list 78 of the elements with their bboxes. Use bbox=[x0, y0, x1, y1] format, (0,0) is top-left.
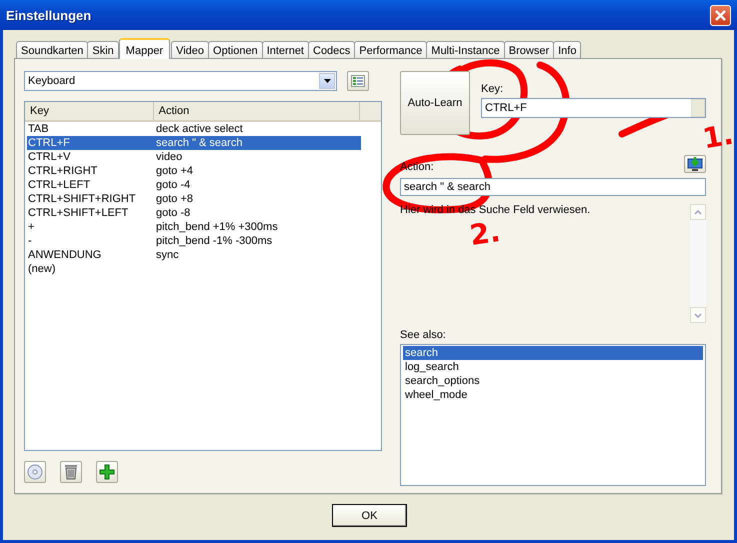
list-item[interactable]: wheel_mode bbox=[403, 388, 703, 402]
list-item[interactable]: log_search bbox=[403, 360, 703, 374]
table-row[interactable]: TAB deck active select bbox=[27, 122, 361, 136]
tab[interactable]: Soundkarten bbox=[16, 41, 88, 58]
tab[interactable]: Optionen bbox=[208, 41, 263, 58]
table-row[interactable]: CTRL+LEFT goto -4 bbox=[27, 178, 361, 192]
list-icon bbox=[351, 75, 365, 87]
table-cell-text: CTRL+SHIFT+LEFT bbox=[27, 206, 130, 220]
field-label: Key: bbox=[481, 83, 504, 95]
plus-icon bbox=[99, 464, 115, 480]
disc-button[interactable] bbox=[24, 461, 46, 483]
list-item[interactable]: search bbox=[403, 346, 703, 360]
auto-learn-button[interactable]: Auto-Learn bbox=[400, 71, 470, 135]
field-value: CTRL+F bbox=[485, 102, 527, 114]
download-monitor-icon bbox=[687, 156, 703, 172]
column-header[interactable]: Action bbox=[154, 102, 360, 120]
table-row[interactable]: (new) bbox=[27, 262, 361, 276]
table-cell-text: + bbox=[27, 220, 36, 234]
tab[interactable]: Codecs bbox=[308, 41, 356, 58]
table-cell: pitch_bend -1% -300ms bbox=[156, 234, 272, 248]
table-row[interactable]: CTRL+SHIFT+RIGHT goto +8 bbox=[27, 192, 361, 206]
table-cell: video bbox=[156, 150, 182, 164]
column-header[interactable]: Key bbox=[25, 102, 154, 120]
key-field[interactable]: CTRL+F bbox=[481, 98, 706, 118]
table-cell: sync bbox=[156, 248, 179, 262]
table-cell: pitch_bend +1% +300ms bbox=[156, 220, 278, 234]
device-dropdown[interactable]: Keyboard bbox=[24, 71, 337, 91]
add-button[interactable] bbox=[96, 461, 118, 483]
handwritten-note: 2. bbox=[468, 218, 502, 250]
scroll-up-icon bbox=[694, 210, 702, 214]
table-cell-text: CTRL+F bbox=[27, 136, 71, 150]
close-icon bbox=[714, 8, 727, 22]
scroll-down-icon bbox=[694, 312, 702, 318]
disc-icon bbox=[27, 464, 43, 480]
table-cell-text: TAB bbox=[27, 122, 50, 136]
table-cell-text: CTRL+V bbox=[27, 150, 72, 164]
table-cell-text: CTRL+SHIFT+RIGHT bbox=[27, 192, 137, 206]
field-value: search " & search bbox=[404, 181, 490, 193]
field-label: See also: bbox=[400, 329, 447, 341]
table-cell: goto -8 bbox=[156, 206, 190, 220]
table-cell-text: (new) bbox=[27, 262, 57, 276]
tab[interactable]: Skin bbox=[87, 41, 119, 58]
dropdown-arrow-icon bbox=[324, 79, 330, 83]
table-row[interactable]: CTRL+F search " & search bbox=[27, 136, 361, 150]
table-cell-text: CTRL+RIGHT bbox=[27, 164, 98, 178]
dropdown-value: Keyboard bbox=[28, 75, 76, 87]
table-cell: deck active select bbox=[156, 122, 243, 136]
dropdown-button[interactable] bbox=[319, 73, 335, 89]
tab[interactable]: Multi-Instance bbox=[426, 41, 505, 58]
list-item[interactable]: search_options bbox=[403, 374, 703, 388]
window-title: Einstellungen bbox=[6, 8, 92, 22]
import-button[interactable] bbox=[684, 155, 706, 173]
tab[interactable]: Mapper bbox=[118, 38, 170, 59]
table-cell: goto +8 bbox=[156, 192, 194, 206]
table-cell: search " & search bbox=[156, 136, 242, 150]
list-view-button[interactable] bbox=[347, 71, 369, 91]
table-row[interactable]: + pitch_bend +1% +300ms bbox=[27, 220, 361, 234]
ok-button[interactable]: OK bbox=[332, 504, 407, 527]
tab[interactable]: Internet bbox=[262, 41, 309, 58]
tab[interactable]: Performance bbox=[354, 41, 428, 58]
tab[interactable]: Browser bbox=[504, 41, 554, 58]
table-row[interactable]: ANWENDUNG sync bbox=[27, 248, 361, 262]
table-cell: goto -4 bbox=[156, 178, 190, 192]
table-cell-text: - bbox=[27, 234, 33, 248]
table-row[interactable]: CTRL+SHIFT+LEFT goto -8 bbox=[27, 206, 361, 220]
delete-button[interactable] bbox=[60, 461, 82, 483]
table-cell: goto +4 bbox=[156, 164, 194, 178]
table-row[interactable]: CTRL+RIGHT goto +4 bbox=[27, 164, 361, 178]
table-cell-text: CTRL+LEFT bbox=[27, 178, 92, 192]
table-row[interactable]: CTRL+V video bbox=[27, 150, 361, 164]
trash-icon bbox=[64, 464, 78, 480]
action-field[interactable]: search " & search bbox=[400, 178, 706, 196]
table-cell-text: ANWENDUNG bbox=[27, 248, 102, 262]
tab[interactable]: Video bbox=[171, 41, 210, 58]
close-button[interactable] bbox=[710, 4, 731, 26]
table-row[interactable]: - pitch_bend -1% -300ms bbox=[27, 234, 361, 248]
tab[interactable]: Info bbox=[553, 41, 582, 58]
handwritten-note: 1. bbox=[700, 120, 736, 154]
